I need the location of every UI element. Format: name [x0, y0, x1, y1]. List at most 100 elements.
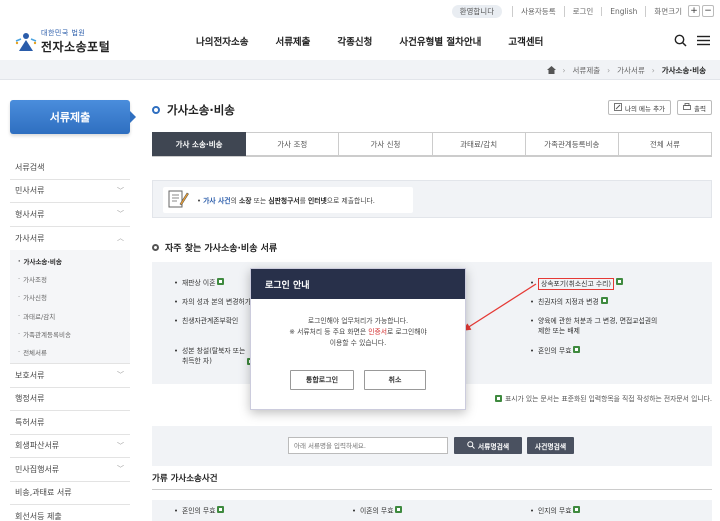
utility-bar: 환영합니다 사용자등록 로그인 English 화면크기 + − [451, 4, 714, 18]
sidebar-subitem-family-litigation[interactable]: 가사소송·비송 [10, 252, 130, 270]
e-document-icon [494, 394, 502, 402]
cancel-button[interactable]: 취소 [364, 370, 426, 390]
e-document-icon [217, 278, 225, 285]
login-modal: 로그인 안내 로그인해야 업무처리가 가능합니다. ※ 서류처리 등 주요 화면… [250, 268, 466, 410]
sidebar-item-protection[interactable]: 보호서류 ﹀ [10, 364, 130, 388]
tab-fines[interactable]: 과태료/감치 [432, 132, 526, 156]
zoom-label: 화면크기 [645, 5, 686, 17]
document-pen-icon [167, 189, 189, 211]
sidebar-item-document-search[interactable]: 서류검색 [10, 156, 130, 180]
nav-case-procedures[interactable]: 사건유형별 절차안내 [399, 34, 481, 48]
faq-item-paternity[interactable]: 친생자관계존부확인 [174, 316, 238, 326]
sidebar-subitem-fines[interactable]: 과태료/감치 [10, 307, 130, 325]
divider [152, 489, 712, 490]
logo-icon [14, 31, 38, 53]
logo[interactable]: 대한민국 법원 전자소송포털 [14, 28, 110, 55]
sidebar-subitem-family-registry[interactable]: 가족관계등록비송 [10, 325, 130, 343]
list-item[interactable]: 이혼의 무효 [352, 506, 403, 516]
welcome-badge: 환영합니다 [451, 4, 503, 18]
main-nav: 나의전자소송 서류제출 각종신청 사건유형별 절차안내 고객센터 [196, 34, 570, 48]
search-icon [467, 440, 475, 451]
sidebar-subitem-all-documents[interactable]: 전체서류 [10, 343, 130, 361]
sidebar-item-criminal[interactable]: 형사서류 ﹀ [10, 203, 130, 227]
faq-item-custody[interactable]: 친권자의 지정과 변경 [530, 297, 608, 307]
sidebar-item-civil[interactable]: 민사서류 ﹀ [10, 180, 130, 203]
breadcrumb-item[interactable]: 서류제출 [573, 65, 601, 76]
edit-icon [614, 102, 622, 113]
faq-item-marriage-invalid[interactable]: 혼인의 무효 [530, 346, 581, 356]
sidebar-item-patent[interactable]: 특허서류 [10, 411, 130, 435]
zoom-out-button[interactable]: − [702, 5, 714, 17]
sidebar-menu: 서류검색 민사서류﹀ 형사서류﹀ 가사서류︿ 가사소송·비송 가사조정 가사신청… [10, 156, 130, 521]
faq-item-child-support[interactable]: 양육에 관한 처분과 그 변경, 면접교섭권의제한 또는 배제 [530, 316, 657, 336]
e-document-icon [616, 278, 624, 285]
login-link[interactable]: 로그인 [563, 5, 602, 17]
sidebar-item-non-litigation[interactable]: 비송,과태료 서류 [10, 482, 130, 506]
e-document-icon [573, 506, 581, 513]
sidebar-submenu: 가사소송·비송 가사조정 가사신청 과태료/감치 가족관계등록비송 전체서류 [10, 250, 130, 365]
nav-applications[interactable]: 각종신청 [337, 34, 372, 48]
modal-title: 로그인 안내 [251, 269, 465, 299]
document-search-area: 서류명검색 사건명검색 [152, 426, 712, 466]
nav-document-submit[interactable]: 서류제출 [275, 34, 310, 48]
chevron-down-icon: ﹀ [117, 186, 124, 195]
sidebar-item-civil-execution[interactable]: 민사집행서류 ﹀ [10, 458, 130, 482]
search-by-document-button[interactable]: 서류명검색 [454, 437, 522, 454]
search-icon[interactable] [674, 34, 687, 49]
sidebar-item-statement-submit[interactable]: 회선서등 제출 [10, 505, 130, 521]
sidebar-subitem-family-application[interactable]: 가사신청 [10, 288, 130, 306]
nav-customer-center[interactable]: 고객센터 [508, 34, 543, 48]
tab-all-documents[interactable]: 전체 서류 [618, 132, 713, 156]
english-link[interactable]: English [601, 6, 645, 16]
search-by-case-button[interactable]: 사건명검색 [527, 437, 574, 454]
zoom-in-button[interactable]: + [688, 5, 700, 17]
menu-icon[interactable] [697, 34, 710, 49]
print-button[interactable]: 출력 [677, 100, 712, 115]
title-bullet-icon [152, 244, 159, 251]
faq-item-divorce[interactable]: 재판상 이혼 [174, 278, 225, 288]
e-document-note: 표시가 있는 문서는 표준화된 입력항목을 직접 작성하는 전자문서 입니다. [493, 393, 712, 403]
tab-family-mediation[interactable]: 가사 조정 [246, 132, 340, 156]
breadcrumb-current: 가사소송·비송 [661, 66, 706, 75]
sidebar-item-administrative[interactable]: 행정서류 [10, 388, 130, 412]
nav-my-lawsuit[interactable]: 나의전자소송 [196, 34, 248, 48]
faq-section-title: 자주 찾는 가사소송·비송 서류 [152, 241, 277, 254]
tab-family-litigation[interactable]: 가사 소송·비송 [152, 132, 247, 156]
add-my-menu-button[interactable]: 나의 메뉴 추가 [608, 100, 672, 115]
modal-message: 로그인해야 업무처리가 가능합니다. ※ 서류처리 등 주요 화면은 인증서로 … [289, 317, 427, 347]
breadcrumb-item[interactable]: 가사서류 [617, 65, 645, 76]
subsection-title: 가류 가사소송사건 [152, 474, 218, 484]
printer-icon [683, 102, 691, 113]
sidebar-subitem-family-mediation[interactable]: 가사조정 [10, 270, 130, 288]
e-document-icon [395, 506, 403, 513]
e-document-icon [573, 346, 581, 353]
breadcrumb: › 서류제출 › 가사서류 › 가사소송·비송 [546, 65, 706, 76]
tab-bar: 가사 소송·비송 가사 조정 가사 신청 과태료/감치 가족관계등록비송 전체 … [152, 132, 713, 157]
e-document-icon [217, 506, 225, 513]
integrated-login-button[interactable]: 통합로그인 [290, 370, 354, 390]
chevron-down-icon: ﹀ [117, 441, 124, 450]
faq-item-inheritance-waiver[interactable]: 상속포기(취소신고 수리) [530, 278, 624, 291]
signup-link[interactable]: 사용자등록 [512, 5, 564, 17]
home-icon[interactable] [546, 65, 556, 76]
title-bullet-icon [152, 106, 160, 114]
header: 대한민국 법원 전자소송포털 나의전자소송 서류제출 각종신청 사건유형별 절차… [0, 22, 720, 62]
highlight-box: 상속포기(취소신고 수리) [538, 278, 615, 291]
notice-text: • 가사 사건의 소장 또는 심판청구서를 인터넷으로 제출합니다. [197, 197, 375, 205]
document-search-input[interactable] [288, 437, 448, 454]
logo-subtitle: 대한민국 법원 [41, 29, 86, 37]
chevron-down-icon: ﹀ [117, 465, 124, 474]
list-item[interactable]: 혼인의 무효 [174, 506, 225, 516]
tab-family-registry[interactable]: 가족관계등록비송 [525, 132, 619, 156]
sidebar-item-family[interactable]: 가사서류 ︿ [10, 227, 130, 251]
sidebar-title: 서류제출 [10, 100, 136, 134]
faq-item-surname-change[interactable]: 자의 성과 본의 변경허가 [174, 297, 251, 307]
notice-box: • 가사 사건의 소장 또는 심판청구서를 인터넷으로 제출합니다. [152, 180, 712, 218]
list-item[interactable]: 인지의 무효 [530, 506, 581, 516]
tab-family-application[interactable]: 가사 신청 [339, 132, 433, 156]
breadcrumb-bar: › 서류제출 › 가사서류 › 가사소송·비송 [0, 60, 720, 80]
faq-item-surname-creation[interactable]: 성본 창설(탈북자 또는취득한 자) [174, 346, 255, 366]
sidebar-item-bankruptcy[interactable]: 회생파산서류 ﹀ [10, 435, 130, 459]
chevron-down-icon: ﹀ [117, 371, 124, 380]
logo-title: 전자소송포털 [41, 40, 111, 54]
